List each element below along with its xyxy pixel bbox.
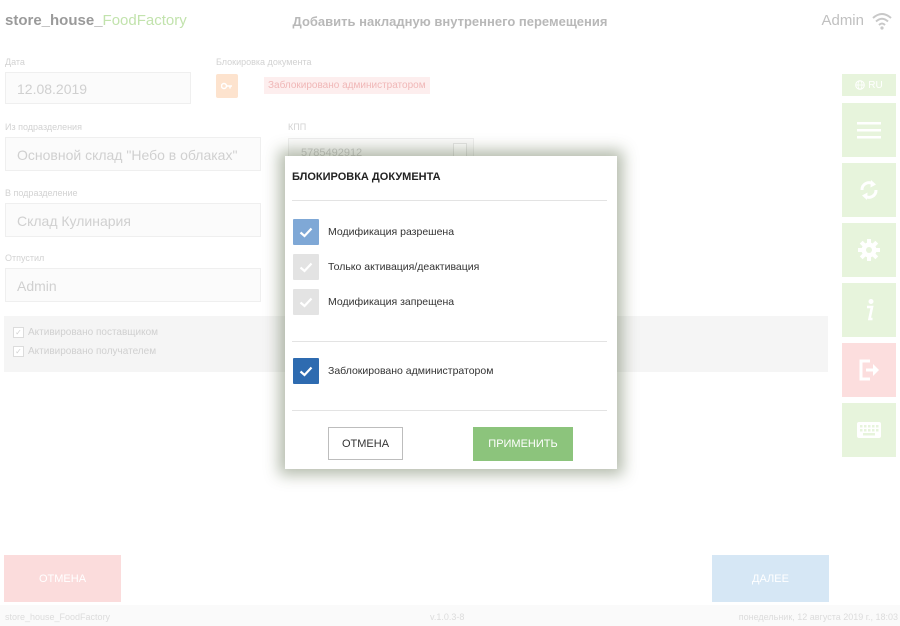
divider xyxy=(292,200,607,201)
dialog-title: БЛОКИРОВКА ДОКУМЕНТА xyxy=(292,171,441,183)
cancel-button[interactable]: ОТМЕНА xyxy=(4,555,121,602)
footer-version: v.1.0.3-8 xyxy=(430,612,465,622)
option-label: Только активация/деактивация xyxy=(328,261,480,273)
keyboard-icon xyxy=(857,422,881,438)
footer-app-name: store_house_FoodFactory xyxy=(5,612,111,622)
page-title: Добавить накладную внутреннего перемещен… xyxy=(292,14,608,29)
checkbox[interactable] xyxy=(293,219,319,245)
from-field[interactable]: Основной склад "Небо в облаках" xyxy=(5,137,261,171)
to-label: В подразделение xyxy=(5,188,78,198)
footer-datetime: понедельник, 12 августа 2019 г., 18:03 xyxy=(738,612,898,622)
activated-receiver-row[interactable]: ✓ Активировано получателем xyxy=(13,346,156,357)
activated-supplier-label: Активировано поставщиком xyxy=(28,327,159,338)
checkbox[interactable] xyxy=(293,254,319,280)
kpp-label: КПП xyxy=(288,122,307,132)
check-icon xyxy=(299,366,313,377)
to-field[interactable]: Склад Кулинария xyxy=(5,203,261,237)
refresh-icon xyxy=(860,180,878,200)
next-button[interactable]: ДАЛЕЕ xyxy=(712,555,829,602)
info-icon xyxy=(867,299,874,321)
checkbox[interactable] xyxy=(293,358,319,384)
activated-supplier-row[interactable]: ✓ Активировано поставщиком xyxy=(13,327,158,338)
lock-label: Блокировка документа xyxy=(216,57,312,67)
check-icon[interactable]: ✓ xyxy=(13,346,24,357)
hamburger-icon xyxy=(857,122,881,139)
user-name[interactable]: Admin xyxy=(821,12,864,29)
logout-button[interactable] xyxy=(842,343,896,397)
divider xyxy=(292,410,607,411)
language-label: RU xyxy=(868,79,883,91)
checkbox[interactable] xyxy=(293,289,319,315)
check-icon xyxy=(299,262,313,273)
released-field[interactable]: Admin xyxy=(5,268,261,302)
info-button[interactable] xyxy=(842,283,896,337)
wifi-icon xyxy=(872,13,892,30)
from-label: Из подразделения xyxy=(5,122,82,132)
option-activation-only[interactable]: Только активация/деактивация xyxy=(293,254,479,280)
option-label: Модификация запрещена xyxy=(328,296,455,308)
check-icon[interactable]: ✓ xyxy=(13,327,24,338)
activated-receiver-label: Активировано получателем xyxy=(28,346,157,357)
refresh-button[interactable] xyxy=(842,163,896,217)
option-label: Заблокировано администратором xyxy=(328,365,494,377)
check-icon xyxy=(299,227,313,238)
check-icon xyxy=(299,297,313,308)
lock-button[interactable] xyxy=(216,74,238,98)
key-icon xyxy=(221,82,232,90)
logout-icon xyxy=(859,359,879,381)
dialog-apply-button[interactable]: ПРИМЕНИТЬ xyxy=(473,427,573,461)
released-label: Отпустил xyxy=(5,253,45,263)
lock-status-badge: Заблокировано администратором xyxy=(264,77,430,94)
lock-dialog: БЛОКИРОВКА ДОКУМЕНТА Модификация разреше… xyxy=(285,156,617,469)
date-label: Дата xyxy=(5,57,25,67)
menu-button[interactable] xyxy=(842,103,896,157)
option-admin-lock[interactable]: Заблокировано администратором xyxy=(293,358,493,384)
app-logo: store_house_FoodFactory xyxy=(5,12,187,29)
option-modification-allowed[interactable]: Модификация разрешена xyxy=(293,219,454,245)
divider xyxy=(292,341,607,342)
gear-icon xyxy=(858,239,880,261)
logo-accent-text: FoodFactory xyxy=(102,12,187,29)
settings-button[interactable] xyxy=(842,223,896,277)
option-modification-forbidden[interactable]: Модификация запрещена xyxy=(293,289,454,315)
logo-main-text: store_house_ xyxy=(5,12,103,29)
app-header: store_house_FoodFactory Добавить накладн… xyxy=(0,0,900,44)
dialog-cancel-button[interactable]: ОТМЕНА xyxy=(328,427,403,460)
language-button[interactable]: RU xyxy=(842,74,896,96)
option-label: Модификация разрешена xyxy=(328,226,455,238)
date-field[interactable]: 12.08.2019 xyxy=(5,72,191,104)
keyboard-button[interactable] xyxy=(842,403,896,457)
globe-icon xyxy=(855,80,866,90)
